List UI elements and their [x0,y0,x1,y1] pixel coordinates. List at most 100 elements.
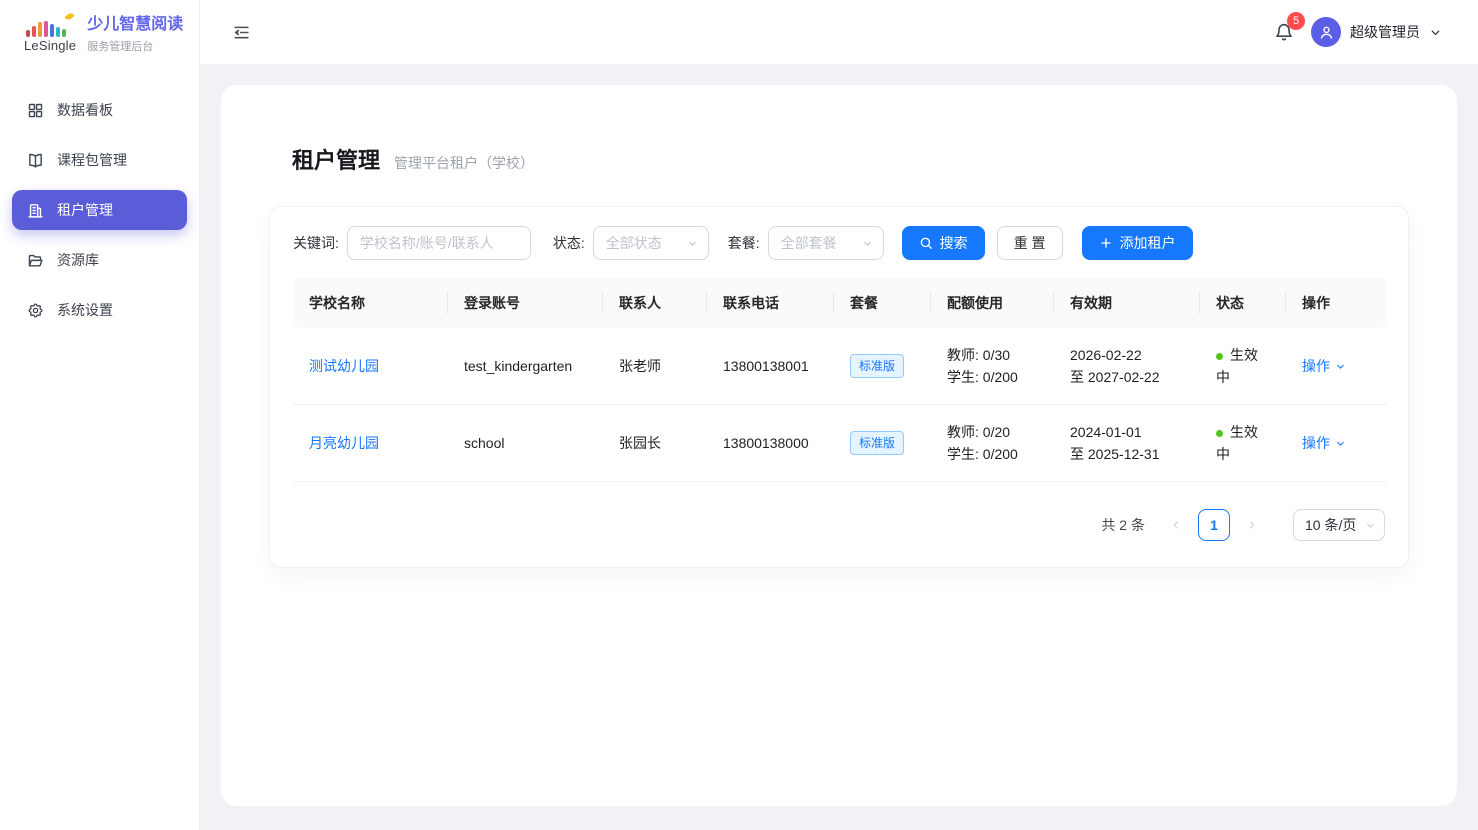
search-icon [919,236,933,250]
chevron-down-icon [862,238,873,249]
logo-bars-icon [26,16,74,37]
notifications-button[interactable]: 5 [1272,19,1296,45]
plus-icon [1099,236,1113,250]
page-subtitle: 管理平台租户（学校） [394,153,534,173]
table-row: 月亮幼儿园 school 张园长 13800138000 标准版 教师: 0/2… [293,405,1387,482]
avatar [1311,17,1341,47]
page-header: 租户管理 管理平台租户（学校） [292,143,1409,175]
status-dot-icon [1216,430,1223,437]
status-badge: 生效中 [1216,347,1258,385]
sidebar-item-settings[interactable]: 系统设置 [12,290,187,330]
row-actions-dropdown[interactable]: 操作 [1302,432,1346,454]
page-size-value: 10 条/页 [1305,515,1356,535]
pagination-prev-button[interactable] [1162,509,1190,541]
status-badge: 生效中 [1216,424,1258,462]
plan-select[interactable]: 全部套餐 [768,226,884,260]
sidebar-item-label: 资源库 [57,250,99,270]
phone-cell: 13800138001 [707,328,834,405]
brand-subtitle: 服务管理后台 [87,38,183,54]
search-button[interactable]: 搜索 [902,226,985,260]
tenant-table: 学校名称 登录账号 联系人 联系电话 套餐 配额使用 有效期 状态 操作 测试幼… [293,278,1387,482]
add-tenant-button[interactable]: 添加租户 [1082,226,1193,260]
sidebar-item-label: 系统设置 [57,300,113,320]
quota-teacher: 教师: 0/30 [947,344,1038,366]
chevron-down-icon [1365,520,1376,531]
user-menu[interactable]: 超级管理员 [1311,17,1442,47]
valid-to: 至 2027-02-22 [1070,366,1184,388]
sidebar-menu: 数据看板 课程包管理 租户管理 [0,66,199,330]
logo: LeSingle [24,16,76,53]
logo-leaf-icon [64,12,74,21]
validity-cell: 2024-01-01 至 2025-12-31 [1054,405,1200,482]
dashboard-icon [27,102,44,119]
contact-cell: 张老师 [603,328,707,405]
contact-cell: 张园长 [603,405,707,482]
brand: LeSingle 少儿智慧阅读 服务管理后台 [0,0,199,66]
chevron-down-icon [1429,26,1442,39]
plan-label: 套餐: [728,233,760,253]
row-actions-label: 操作 [1302,355,1330,377]
keyword-label: 关键词: [293,233,339,253]
valid-from: 2026-02-22 [1070,344,1184,366]
sidebar: LeSingle 少儿智慧阅读 服务管理后台 数据看板 课程包 [0,0,200,830]
validity-cell: 2026-02-22 至 2027-02-22 [1054,328,1200,405]
menu-fold-icon[interactable] [232,23,251,42]
quota-student: 学生: 0/200 [947,443,1038,465]
account-cell: test_kindergarten [448,328,603,405]
status-cell: 生效中 [1200,328,1286,405]
column-header-validity: 有效期 [1054,278,1200,328]
row-actions-dropdown[interactable]: 操作 [1302,355,1346,377]
keyword-filter-group: 关键词: [293,226,531,260]
sidebar-item-course-packages[interactable]: 课程包管理 [12,140,187,180]
column-header-phone: 联系电话 [707,278,834,328]
quota-cell: 教师: 0/30 学生: 0/200 [931,328,1054,405]
table-row: 测试幼儿园 test_kindergarten 张老师 13800138001 … [293,328,1387,405]
page-title: 租户管理 [292,143,380,175]
column-header-school: 学校名称 [293,278,448,328]
add-tenant-button-label: 添加租户 [1120,233,1176,253]
chevron-down-icon [1335,438,1346,449]
pagination-next-button[interactable] [1238,509,1266,541]
column-header-contact: 联系人 [603,278,707,328]
tenant-panel: 关键词: 状态: 全部状态 套餐: 全部套餐 [269,206,1409,568]
sidebar-item-resources[interactable]: 资源库 [12,240,187,280]
topbar: 5 超级管理员 [200,0,1478,64]
sidebar-item-label: 课程包管理 [57,150,127,170]
main-content: 租户管理 管理平台租户（学校） 关键词: 状态: 全部状态 [200,64,1478,830]
plan-select-value: 全部套餐 [781,233,837,253]
search-button-label: 搜索 [940,233,968,253]
status-select-value: 全部状态 [606,233,662,253]
status-cell: 生效中 [1200,405,1286,482]
plan-tag: 标准版 [850,431,904,455]
column-header-actions: 操作 [1286,278,1387,328]
valid-to: 至 2025-12-31 [1070,443,1184,465]
column-header-account: 登录账号 [448,278,603,328]
page-size-select[interactable]: 10 条/页 [1293,509,1385,541]
pagination-total: 共 2 条 [1101,515,1145,535]
reset-button[interactable]: 重 置 [997,226,1063,260]
school-name-link[interactable]: 测试幼儿园 [309,358,379,374]
book-icon [27,152,44,169]
content-card: 租户管理 管理平台租户（学校） 关键词: 状态: 全部状态 [221,85,1457,806]
column-header-quota: 配额使用 [931,278,1054,328]
account-cell: school [448,405,603,482]
school-name-link[interactable]: 月亮幼儿园 [309,435,379,451]
table-header-row: 学校名称 登录账号 联系人 联系电话 套餐 配额使用 有效期 状态 操作 [293,278,1387,328]
valid-from: 2024-01-01 [1070,421,1184,443]
quota-teacher: 教师: 0/20 [947,421,1038,443]
status-filter-group: 状态: 全部状态 [553,226,709,260]
folder-icon [27,252,44,269]
user-icon [1318,24,1335,41]
gear-icon [27,302,44,319]
sidebar-item-dashboard[interactable]: 数据看板 [12,90,187,130]
sidebar-item-tenants[interactable]: 租户管理 [12,190,187,230]
quota-student: 学生: 0/200 [947,366,1038,388]
status-label: 状态: [553,233,585,253]
pagination-page-1[interactable]: 1 [1198,509,1230,541]
status-select[interactable]: 全部状态 [593,226,709,260]
column-header-plan: 套餐 [834,278,931,328]
keyword-input[interactable] [347,226,531,260]
plan-tag: 标准版 [850,354,904,378]
sidebar-item-label: 租户管理 [57,200,113,220]
filter-bar: 关键词: 状态: 全部状态 套餐: 全部套餐 [293,226,1385,260]
